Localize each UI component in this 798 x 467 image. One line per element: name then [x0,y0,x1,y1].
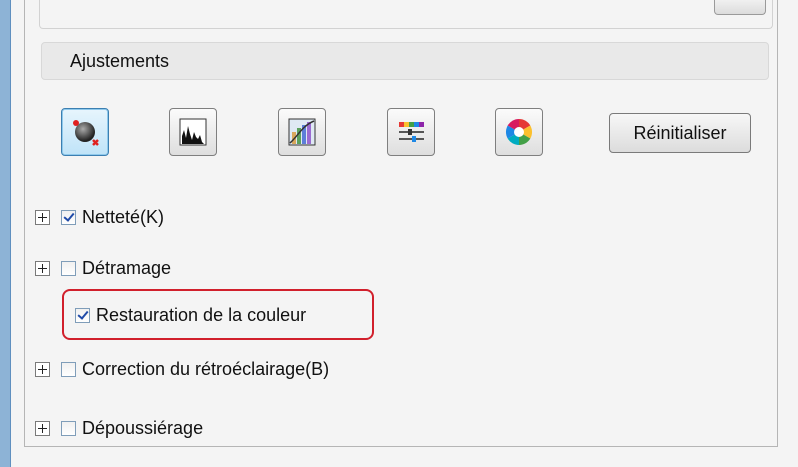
color-palette-icon [399,122,424,142]
adjustments-panel: Ajustements Réinitialiser Netteté(K) Dét… [24,0,778,447]
partial-button[interactable] [714,0,766,15]
color-balance-button[interactable] [387,108,435,156]
expand-backlight-icon[interactable] [35,361,50,377]
option-sharpness: Netteté(K) [35,205,164,229]
previous-group-box [39,0,773,29]
color-restoration-checkbox[interactable] [75,307,90,323]
expand-sharpness-icon[interactable] [35,209,50,225]
adjustments-header: Ajustements [41,42,769,80]
expand-descreening-icon[interactable] [35,260,50,276]
dust-removal-checkbox[interactable] [61,420,76,436]
expand-dust-removal-icon[interactable] [35,420,50,436]
sharpness-label: Netteté(K) [82,206,165,227]
option-descreening: Détramage [35,256,171,280]
window-edge [0,0,11,467]
option-backlight-correction: Correction du rétroéclairage(B) [35,357,329,381]
auto-exposure-button[interactable] [61,108,109,156]
histogram-button[interactable] [169,108,217,156]
tone-curve-icon [288,118,316,146]
option-dust-removal: Dépoussiérage [35,416,203,440]
reset-button[interactable]: Réinitialiser [609,113,751,153]
color-correction-button[interactable] [495,108,543,156]
sharpness-checkbox[interactable] [61,209,76,225]
histogram-icon [179,118,207,146]
backlight-correction-label: Correction du rétroéclairage(B) [82,358,330,379]
descreening-label: Détramage [82,257,172,278]
option-color-restoration: Restauration de la couleur [75,303,306,327]
backlight-correction-checkbox[interactable] [61,361,76,377]
dust-removal-label: Dépoussiérage [82,417,204,438]
tone-curve-button[interactable] [278,108,326,156]
auto-exposure-icon [73,120,99,146]
color-wheel-icon [505,118,533,146]
color-restoration-label: Restauration de la couleur [96,304,307,325]
descreening-checkbox[interactable] [61,260,76,276]
